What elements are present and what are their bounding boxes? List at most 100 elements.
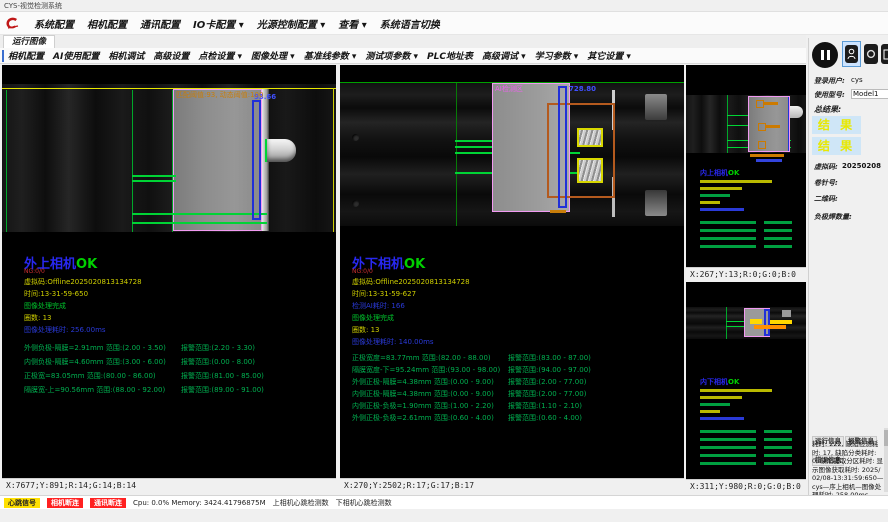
alarm-range-text: 报警范围:(83.00 - 87.00) [508, 353, 591, 363]
camera-image-inner-upper[interactable] [686, 95, 806, 153]
app-status-bar: 心跳信号 相机断连 通讯断连 Cpu: 0.0% Memory: 3424.41… [0, 495, 888, 509]
alarm-range-text: 报警范围:(2.00 - 77.00) [508, 377, 586, 387]
screw-detail [352, 134, 359, 141]
tool-test-params[interactable]: 测试项参数 ▾ [365, 49, 418, 62]
pixel-status-bar-inner-lower: X:311;Y:980;R:0;G:0;B:0 [686, 479, 806, 492]
menu-item-camera-config[interactable]: 相机配置 [87, 16, 127, 31]
tiny-orange-annotation [764, 102, 778, 105]
menu-item-io-config[interactable]: IO卡配置 ▾ [193, 16, 244, 31]
user-icon [847, 48, 856, 60]
menu-item-view[interactable]: 查看 ▾ [338, 16, 367, 31]
camera-panel-outer-lower[interactable]: AI检测区 728.80 外下相机OK NG:0/0 虚拟码:Offline20… [340, 65, 684, 491]
measurement-text: 外侧正极-隔膜=4.38mm 范围:(0.00 - 9.00) [352, 377, 494, 387]
camera-image-outer-lower[interactable]: AI检测区 728.80 [340, 82, 684, 226]
measure-green-tick [265, 139, 267, 162]
pixel-status-bar-middle: X:270;Y:2502;R:17;G:17;B:17 [340, 478, 684, 491]
process-done-line: 图像处理完成 [24, 301, 66, 311]
measurement-text: 内侧正极-负极=1.90mm 范围:(1.00 - 2.20) [352, 401, 494, 411]
result-box-1: 结 果 [812, 116, 861, 134]
tiny-orange-annotation [754, 325, 786, 329]
menu-item-language-switch[interactable]: 系统语言切换 [380, 16, 440, 31]
tab-run-image[interactable]: 运行图像 [3, 35, 55, 49]
measure-green-line [455, 146, 497, 148]
alarm-range-text: 报警范围:(81.00 - 85.00) [181, 371, 264, 381]
camera-image-inner-lower[interactable] [686, 307, 806, 339]
pixel-status-bar-left: X:7677;Y:891;R:14;G:14;B:14 [2, 478, 336, 491]
measure-green-line [132, 213, 267, 215]
tool-spot-check[interactable]: 点检设置 ▾ [198, 49, 242, 62]
measure-green-line [455, 140, 497, 142]
tool-advanced-debug[interactable]: 高级调试 ▾ [482, 49, 526, 62]
ok-status: OK [76, 257, 97, 272]
camera-panel-inner-lower[interactable]: 内下相机OK X:311;Y:980;R:0;G:0;B:0 [686, 282, 806, 492]
roi-green-line [132, 90, 133, 232]
process-done-line: 图像处理完成 [352, 313, 394, 323]
measure-green-line [132, 175, 176, 177]
mini-detect-box [758, 123, 766, 131]
tool-ai-usage-config[interactable]: AI使用配置 [53, 49, 99, 62]
menu-item-light-config[interactable]: 光源控制配置 ▾ [257, 16, 326, 31]
camera-image-outer-upper[interactable]: 93.66 匹配阈值:93, 动态阈值:100 [2, 84, 336, 232]
tiny-orange-annotation [750, 154, 784, 157]
tool-camera-config[interactable]: 相机配置 [8, 49, 44, 62]
menu-item-comm-config[interactable]: 通讯配置 [140, 16, 180, 31]
model-input[interactable]: Model1 [851, 89, 888, 99]
camera-disconnect-badge: 相机断连 [47, 498, 83, 508]
virtual-code-value: 20250208 [842, 162, 881, 170]
alarm-range-text: 报警范围:(0.60 - 4.00) [508, 413, 582, 423]
model-label: 使用型号: [814, 90, 845, 100]
camera-panel-outer-upper[interactable]: 93.66 匹配阈值:93, 动态阈值:100 外上相机OK NG:0/0 虚拟… [2, 65, 336, 491]
tool-learning-params[interactable]: 学习参数 ▾ [535, 49, 579, 62]
result-block-outer-upper: 外上相机OK NG:0/0 虚拟码:Offline202502081313472… [22, 253, 332, 468]
measurement-text: 正极宽度=83.77mm 范围:(82.00 - 88.00) [352, 353, 491, 363]
tool-other-settings[interactable]: 其它设置 ▾ [587, 49, 631, 62]
screw-detail [352, 200, 359, 207]
measurement-text: 正极宽=83.05mm 范围:(80.00 - 86.00) [24, 371, 156, 381]
tool-camera-debug[interactable]: 相机调试 [108, 49, 144, 62]
tab-strip: 运行图像 [0, 35, 806, 49]
measurement-row: 外侧负极-隔膜=2.91mm 范围:(2.00 - 3.50)报警范围:(2.2… [24, 343, 344, 353]
menu-item-system-config[interactable]: 系统配置 [34, 16, 74, 31]
tool-advanced-settings[interactable]: 高级设置 [153, 49, 189, 62]
result-block-outer-lower: 外下相机OK NG:0/0 虚拟码:Offline202502081313472… [348, 253, 678, 473]
tiny-yellow-annotation [750, 319, 762, 324]
measurement-row: 隔膜宽度-下=95.24mm 范围:(93.00 - 98.00) 报警范围:(9… [352, 365, 672, 375]
pause-button[interactable] [812, 42, 838, 68]
log-scrollbar-thumb[interactable] [884, 430, 888, 446]
camera-panel-inner-upper[interactable]: 内上相机OK X:267;Y:13;R:0;G:0;B:0 [686, 65, 806, 280]
alarm-range-text: 报警范围:(2.20 - 3.30) [181, 343, 255, 353]
ng-counter: NG:0/0 [24, 268, 45, 275]
mini-detect-box [756, 100, 764, 108]
metal-tab-part [790, 106, 803, 118]
user-button[interactable] [845, 45, 858, 63]
winding-pin-label: 卷针号: [814, 178, 838, 188]
measurement-text: 隔膜宽度-下=95.24mm 范围:(93.00 - 98.00) [352, 365, 500, 375]
roi-green-line [456, 83, 457, 226]
tool-plc-address-table[interactable]: PLC地址表 [427, 49, 473, 62]
toolbar-accent-mark [2, 50, 4, 62]
exit-button[interactable] [881, 44, 888, 64]
alarm-range-text: 报警范围:(94.00 - 97.00) [508, 365, 591, 375]
log-scrollbar[interactable] [884, 428, 888, 492]
brand-logo-icon [4, 16, 21, 31]
weld-detect-box [577, 128, 603, 147]
metal-clamp [645, 94, 667, 120]
measurement-row: 正极宽度=83.77mm 范围:(82.00 - 88.00) 报警范围:(83.… [352, 353, 672, 363]
pause-icon [821, 50, 830, 60]
measurement-row: 正极宽=83.05mm 范围:(80.00 - 86.00) 报警范围:(81.0… [24, 371, 344, 381]
tiny-orange-annotation [550, 210, 566, 213]
camera-result-title: 内下相机OK [700, 377, 739, 387]
tiny-orange-annotation [766, 125, 780, 128]
measurement-row: 内侧负极-隔膜=4.60mm 范围:(3.00 - 6.00)报警范围:(0.0… [24, 357, 344, 367]
pixel-status-bar-inner-upper: X:267;Y:13;R:0;G:0;B:0 [686, 267, 806, 280]
status-ring-button[interactable] [864, 44, 878, 64]
ai-elapsed-line: 检测AI耗时: 166 [352, 301, 405, 311]
measurement-text: 内侧正极-隔膜=4.38mm 范围:(0.00 - 9.00) [352, 389, 494, 399]
virtual-code-label: 虚拟码: [814, 162, 838, 172]
tool-baseline-params[interactable]: 基准线参数 ▾ [304, 49, 357, 62]
alarm-range-text: 报警范围:(0.00 - 8.00) [181, 357, 255, 367]
lower-camera-heartbeat-text: 下相机心跳检测数 [336, 498, 392, 508]
measurement-text: 隔膜宽-上=90.56mm 范围:(88.00 - 92.00) [24, 385, 165, 395]
tool-image-processing[interactable]: 图像处理 ▾ [251, 49, 295, 62]
ok-status: OK [728, 169, 739, 177]
